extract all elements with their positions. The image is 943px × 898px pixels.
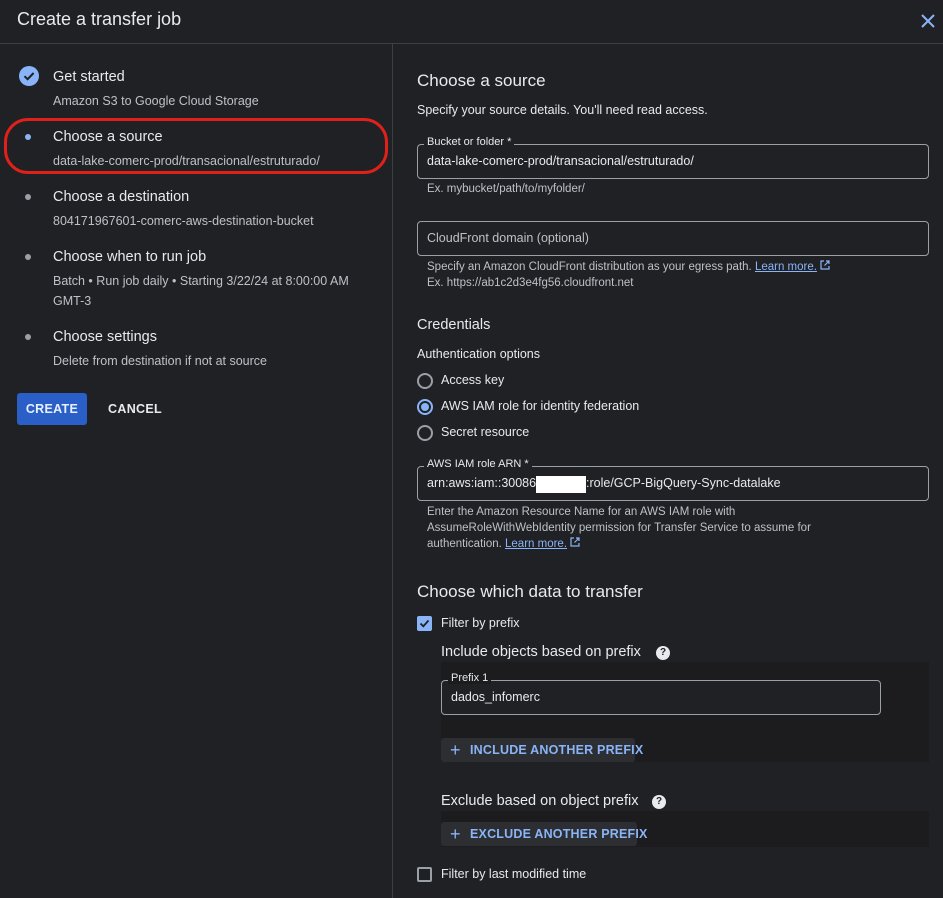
arn-hint-line3: authentication. Learn more.	[427, 536, 580, 552]
auth-options-label: Authentication options	[417, 347, 541, 361]
arn-hint-line2: AssumeRoleWithWebIdentity permission for…	[427, 522, 811, 534]
step-title: Choose a destination	[53, 189, 190, 205]
step-subtitle: data-lake-comerc-prod/transacional/estru…	[53, 154, 320, 168]
radio-access-key[interactable]	[417, 373, 433, 389]
active-step-dot-icon	[25, 134, 31, 140]
create-button[interactable]: CREATE	[17, 393, 87, 425]
cloudfront-placeholder: CloudFront domain (optional)	[427, 231, 589, 245]
exclude-prefix-label: Exclude based on object prefix	[441, 793, 639, 809]
step-title: Choose when to run job	[53, 249, 207, 265]
filter-by-prefix-checkbox[interactable]	[417, 616, 432, 631]
section-title: Choose a source	[417, 71, 546, 90]
credentials-title: Credentials	[417, 317, 491, 333]
include-another-prefix-button[interactable]: + INCLUDE ANOTHER PREFIX	[441, 738, 643, 762]
close-icon[interactable]	[918, 11, 938, 31]
arn-field-label: AWS IAM role ARN *	[424, 458, 532, 470]
learn-more-link[interactable]: Learn more.	[505, 538, 567, 550]
arn-hint-line1: Enter the Amazon Resource Name for an AW…	[427, 506, 736, 518]
include-prefix-label: Include objects based on prefix	[441, 644, 641, 660]
cloudfront-hint: Specify an Amazon CloudFront distributio…	[427, 259, 830, 275]
external-link-icon[interactable]	[570, 537, 580, 550]
arn-value-prefix: arn:aws:iam::30086	[427, 476, 537, 490]
filter-by-modified-checkbox[interactable]	[417, 867, 432, 882]
section-description: Specify your source details. You'll need…	[417, 103, 708, 117]
include-another-label: INCLUDE ANOTHER PREFIX	[470, 743, 644, 757]
exclude-another-label: EXCLUDE ANOTHER PREFIX	[470, 827, 648, 841]
exclude-another-prefix-button[interactable]: + EXCLUDE ANOTHER PREFIX	[441, 822, 647, 846]
data-transfer-title: Choose which data to transfer	[417, 582, 643, 601]
stepper-sidebar: Get started Amazon S3 to Google Cloud St…	[0, 44, 393, 898]
redaction-block	[536, 476, 586, 493]
arn-hint-text: authentication.	[427, 538, 502, 550]
step-subtitle: Delete from destination if not at source	[53, 354, 268, 368]
help-icon[interactable]: ?	[656, 646, 670, 660]
bucket-field-value: data-lake-comerc-prod/transacional/estru…	[427, 154, 694, 168]
plus-icon: +	[450, 824, 461, 844]
step-title: Get started	[53, 69, 125, 85]
filter-by-prefix-label[interactable]: Filter by prefix	[441, 616, 520, 630]
radio-secret-resource[interactable]	[417, 425, 433, 441]
dialog-header: Create a transfer job	[0, 0, 943, 44]
external-link-icon[interactable]	[820, 260, 830, 273]
prefix-1-field[interactable]: Prefix 1 dados_infomerc	[441, 672, 881, 715]
learn-more-link[interactable]: Learn more.	[755, 261, 817, 273]
bucket-field[interactable]: Bucket or folder * data-lake-comerc-prod…	[417, 136, 929, 179]
step-dot-icon	[25, 194, 31, 200]
arn-value-suffix: :role/GCP-BigQuery-Sync-datalake	[586, 476, 781, 490]
filter-by-modified-label[interactable]: Filter by last modified time	[441, 867, 586, 881]
source-form: Choose a source Specify your source deta…	[393, 44, 943, 898]
cloudfront-example: Ex. https://ab1c2d3e4fg56.cloudfront.net	[427, 277, 634, 289]
prefix-1-value: dados_infomerc	[451, 690, 540, 704]
step-subtitle: Amazon S3 to Google Cloud Storage	[53, 94, 259, 108]
step-title: Choose settings	[53, 329, 157, 345]
radio-label-aws-iam-role[interactable]: AWS IAM role for identity federation	[441, 399, 639, 413]
step-title: Choose a source	[53, 129, 163, 145]
radio-label-secret-resource[interactable]: Secret resource	[441, 425, 529, 439]
check-circle-icon	[19, 66, 39, 86]
bucket-hint: Ex. mybucket/path/to/myfolder/	[427, 183, 585, 195]
step-dot-icon	[25, 254, 31, 260]
cancel-button[interactable]: CANCEL	[103, 393, 167, 425]
aws-iam-role-arn-field[interactable]: AWS IAM role ARN * arn:aws:iam::30086 :r…	[417, 458, 929, 501]
step-subtitle: 804171967601-comerc-aws-destination-buck…	[53, 214, 314, 228]
radio-label-access-key[interactable]: Access key	[441, 373, 504, 387]
help-icon[interactable]: ?	[652, 795, 666, 809]
cloudfront-hint-text: Specify an Amazon CloudFront distributio…	[427, 261, 752, 273]
bucket-field-label: Bucket or folder *	[424, 136, 515, 148]
plus-icon: +	[450, 740, 461, 760]
cloudfront-field[interactable]: CloudFront domain (optional)	[417, 221, 929, 256]
step-dot-icon	[25, 334, 31, 340]
step-subtitle: Batch • Run job daily • Starting 3/22/24…	[53, 274, 349, 308]
prefix-1-label: Prefix 1	[448, 672, 492, 684]
dialog-title: Create a transfer job	[17, 9, 182, 29]
radio-aws-iam-role[interactable]	[417, 399, 433, 415]
